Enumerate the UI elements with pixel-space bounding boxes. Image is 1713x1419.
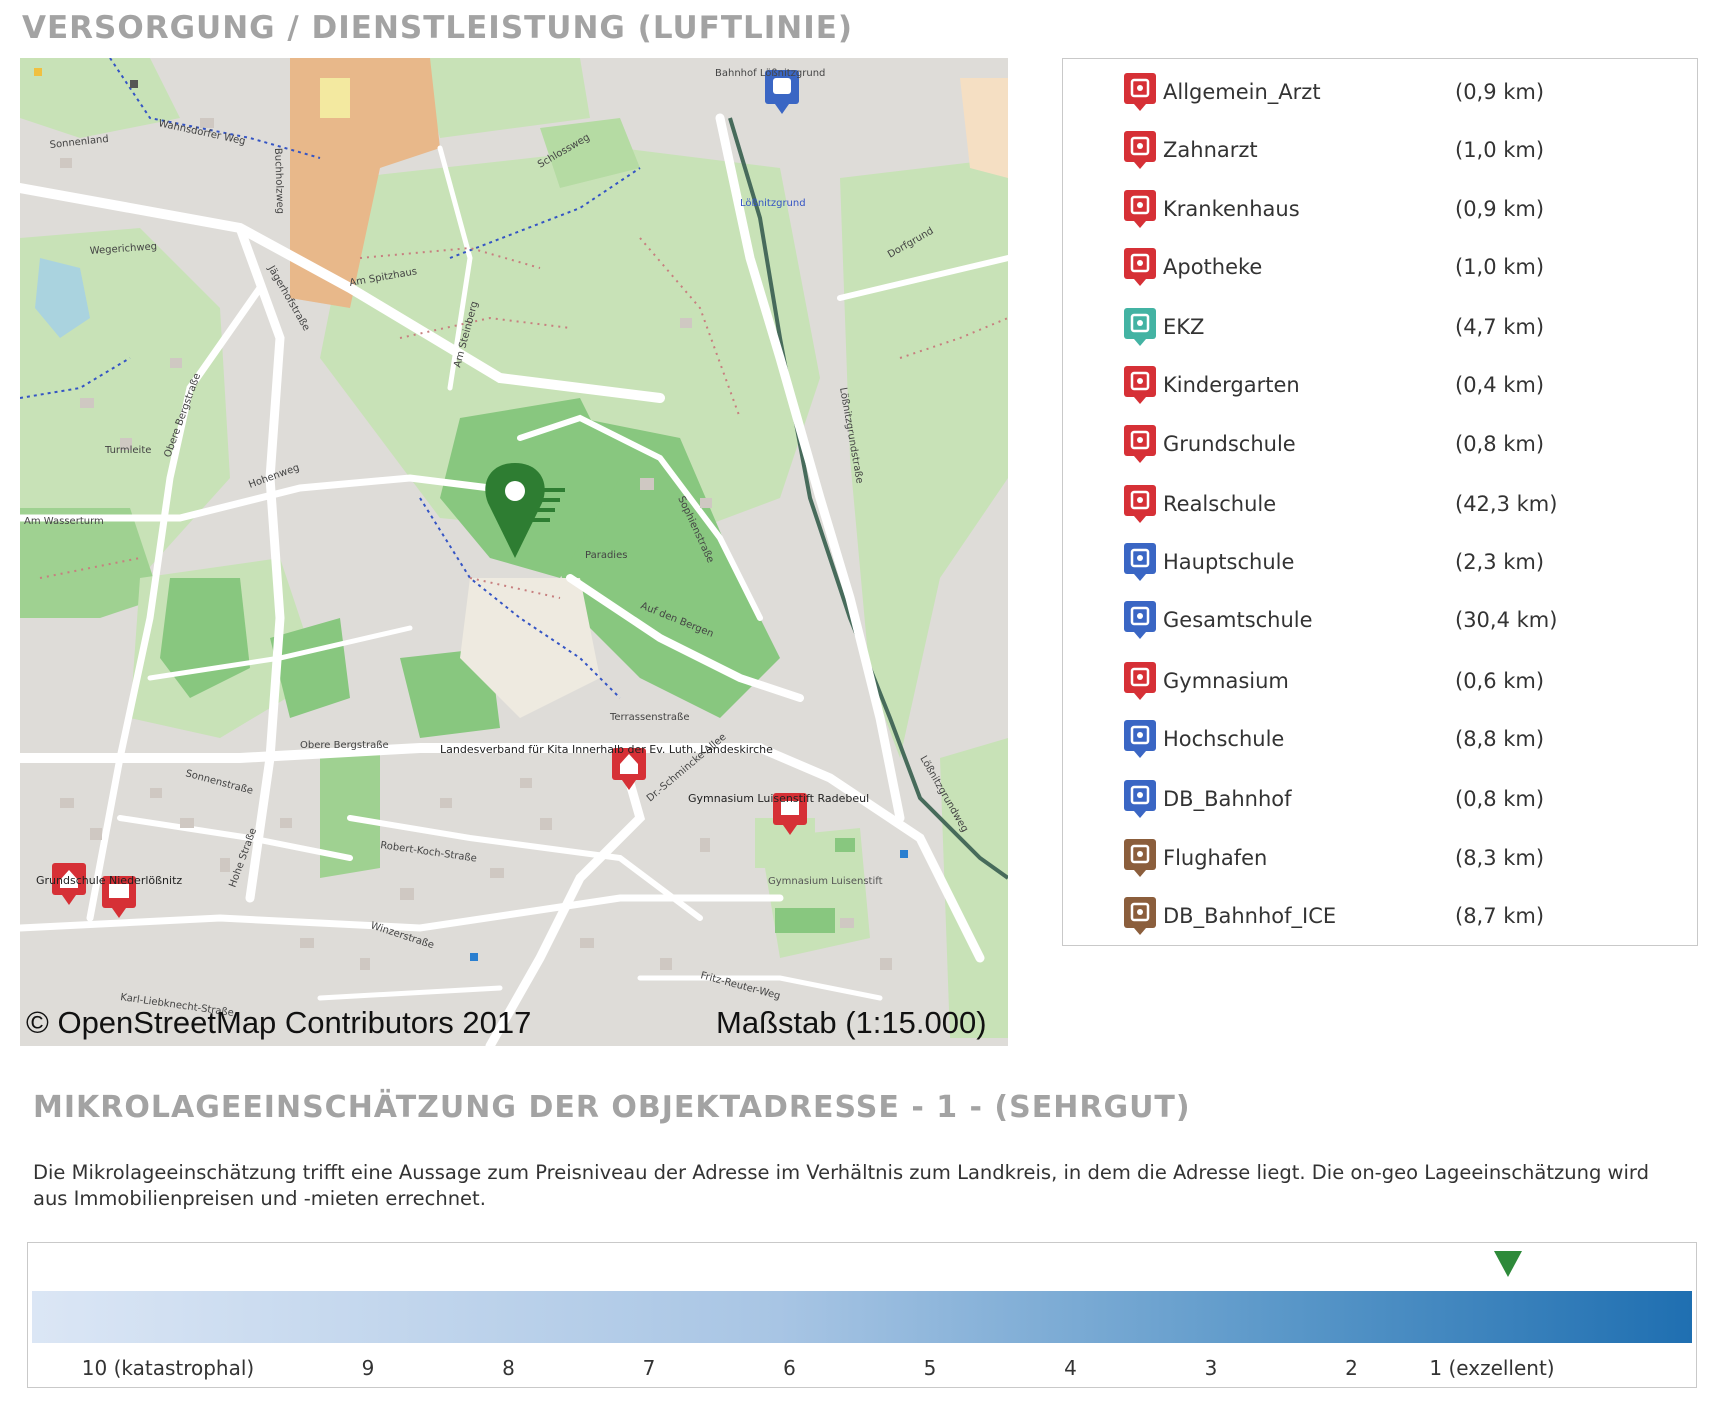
legend-item: Gymnasium (0,6 km) bbox=[1123, 661, 1683, 701]
rating-tick-label: 1 (exzellent) bbox=[1429, 1356, 1555, 1380]
map-label: Paradies bbox=[585, 550, 627, 561]
supply-section-title: VERSORGUNG / DIENSTLEISTUNG (LUFTLINIE) bbox=[22, 10, 854, 46]
legend-item: Allgemein_Arzt (0,9 km) bbox=[1123, 72, 1683, 112]
legend-item: Gesamtschule (30,4 km) bbox=[1123, 600, 1683, 640]
legend-item-distance: (0,4 km) bbox=[1455, 373, 1545, 397]
legend-item: DB_Bahnhof (0,8 km) bbox=[1123, 779, 1683, 819]
map-copyright: © OpenStreetMap Contributors 2017 bbox=[26, 1005, 532, 1040]
pharmacy-icon bbox=[1123, 247, 1159, 287]
micro-location-title: MIKROLAGEEINSCHÄTZUNG DER OBJEKTADRESSE … bbox=[33, 1090, 1191, 1125]
legend-item-distance: (8,7 km) bbox=[1455, 904, 1545, 928]
shopping-icon bbox=[1123, 307, 1159, 347]
legend-item: Flughafen (8,3 km) bbox=[1123, 838, 1683, 878]
train-icon bbox=[1123, 779, 1159, 819]
legend-item-name: Krankenhaus bbox=[1163, 197, 1300, 221]
school-bus-icon bbox=[1123, 600, 1159, 640]
legend-item: Apotheke (1,0 km) bbox=[1123, 247, 1683, 287]
legend-item-distance: (4,7 km) bbox=[1455, 315, 1545, 339]
rating-tick-label: 7 bbox=[642, 1356, 656, 1380]
map-label: Lößnitzgrund bbox=[740, 198, 806, 209]
rating-tick-label: 8 bbox=[502, 1356, 515, 1380]
airplane-icon bbox=[1123, 838, 1159, 878]
graduation-cap-icon bbox=[1123, 719, 1159, 759]
legend-item-name: Apotheke bbox=[1163, 255, 1263, 279]
map-poi-label: Grundschule Niederlößnitz bbox=[36, 874, 182, 887]
map-label: Buchholzweg bbox=[272, 148, 285, 215]
ambulance-icon bbox=[1123, 189, 1159, 229]
rating-marker-icon bbox=[1494, 1251, 1522, 1277]
legend-item-name: Kindergarten bbox=[1163, 373, 1300, 397]
map-canvas: Bahnhof Lößnitzgrund Wahnsdorfer Weg Son… bbox=[20, 58, 1008, 1046]
legend-item-distance: (1,0 km) bbox=[1455, 255, 1545, 279]
legend-item: Grundschule (0,8 km) bbox=[1123, 424, 1683, 464]
rating-tick-label: 5 bbox=[923, 1356, 937, 1380]
legend-item-distance: (1,0 km) bbox=[1455, 138, 1545, 162]
legend-item: Hochschule (8,8 km) bbox=[1123, 719, 1683, 759]
map-poi-label: Gymnasium Luisenstift Radebeul bbox=[688, 792, 869, 805]
legend-item-name: Hauptschule bbox=[1163, 550, 1295, 574]
map-label: Am Wasserturm bbox=[24, 516, 104, 527]
rating-tick-label: 3 bbox=[1204, 1356, 1218, 1380]
poi-legend: Allgemein_Arzt (0,9 km) Zahnarzt (1,0 km) Kr… bbox=[1062, 58, 1698, 946]
legend-item: DB_Bahnhof_ICE (8,7 km) bbox=[1123, 896, 1683, 936]
legend-item: Kindergarten (0,4 km) bbox=[1123, 365, 1683, 405]
legend-item-distance: (8,8 km) bbox=[1455, 727, 1545, 751]
legend-item-distance: (0,9 km) bbox=[1455, 80, 1545, 104]
legend-item-distance: (0,6 km) bbox=[1455, 669, 1545, 693]
map-label: Obere Bergstraße bbox=[300, 740, 389, 751]
legend-item-name: DB_Bahnhof_ICE bbox=[1163, 904, 1337, 928]
doctor-icon bbox=[1123, 72, 1159, 112]
legend-item-distance: (2,3 km) bbox=[1455, 550, 1545, 574]
rating-gradient-bar bbox=[32, 1291, 1692, 1343]
rating-scale: 10 (katastrophal) 9 8 7 6 5 4 3 2 1 (exzellent) bbox=[27, 1242, 1697, 1388]
legend-item-name: Flughafen bbox=[1163, 846, 1268, 870]
legend-item-distance: (0,8 km) bbox=[1455, 432, 1545, 456]
map-poi-label: Landesverband für Kita Innerhalb der Ev.… bbox=[440, 743, 773, 756]
map-label: Bahnhof Lößnitzgrund bbox=[715, 68, 825, 79]
legend-item: Zahnarzt (1,0 km) bbox=[1123, 130, 1683, 170]
legend-item-name: Allgemein_Arzt bbox=[1163, 80, 1321, 104]
legend-item-name: EKZ bbox=[1163, 315, 1205, 339]
rating-tick-label: 2 bbox=[1345, 1356, 1358, 1380]
school-bus-icon bbox=[1123, 484, 1159, 524]
map-label: Terrassenstraße bbox=[609, 712, 689, 723]
legend-item-name: Hochschule bbox=[1163, 727, 1285, 751]
legend-item-distance: (42,3 km) bbox=[1455, 492, 1558, 516]
rating-tick-label: 9 bbox=[361, 1356, 375, 1380]
micro-location-description: Die Mikrolageeinschätzung trifft eine Au… bbox=[33, 1161, 1649, 1210]
legend-item-name: Zahnarzt bbox=[1163, 138, 1258, 162]
legend-item-distance: (0,8 km) bbox=[1455, 787, 1545, 811]
legend-item-name: Gesamtschule bbox=[1163, 608, 1313, 632]
tooth-icon bbox=[1123, 130, 1159, 170]
gymnasium-icon bbox=[1123, 661, 1159, 701]
legend-item-name: DB_Bahnhof bbox=[1163, 787, 1292, 811]
rating-tick-label: 10 (katastrophal) bbox=[81, 1356, 255, 1380]
map-label: Turmleite bbox=[104, 445, 151, 456]
legend-item-distance: (0,9 km) bbox=[1455, 197, 1545, 221]
legend-item-distance: (8,3 km) bbox=[1455, 846, 1545, 870]
legend-item: EKZ (4,7 km) bbox=[1123, 307, 1683, 347]
legend-item-distance: (30,4 km) bbox=[1455, 608, 1558, 632]
legend-item-name: Gymnasium bbox=[1163, 669, 1289, 693]
legend-item-name: Grundschule bbox=[1163, 432, 1296, 456]
school-board-icon bbox=[1123, 424, 1159, 464]
train-icon bbox=[1123, 896, 1159, 936]
legend-item-name: Realschule bbox=[1163, 492, 1277, 516]
legend-item: Realschule (42,3 km) bbox=[1123, 484, 1683, 524]
legend-item: Hauptschule (2,3 km) bbox=[1123, 542, 1683, 582]
kindergarten-icon bbox=[1123, 365, 1159, 405]
school-bus-icon bbox=[1123, 542, 1159, 582]
map-scale: Maßstab (1:15.000) bbox=[716, 1005, 987, 1040]
rating-tick-label: 4 bbox=[1064, 1356, 1077, 1380]
map-poi-label: Gymnasium Luisenstift bbox=[768, 876, 883, 887]
location-map[interactable]: Bahnhof Lößnitzgrund Wahnsdorfer Weg Son… bbox=[20, 58, 1008, 1046]
legend-item: Krankenhaus (0,9 km) bbox=[1123, 189, 1683, 229]
rating-tick-label: 6 bbox=[783, 1356, 796, 1380]
